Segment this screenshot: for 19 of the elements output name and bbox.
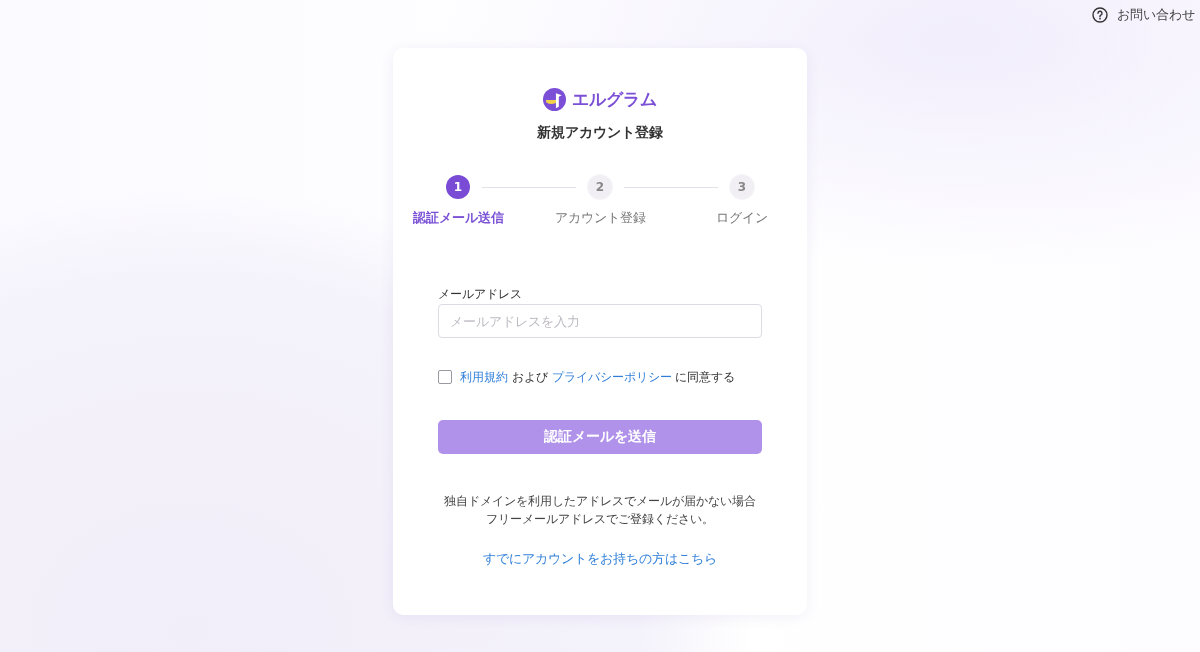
step-label: 認証メール送信 [412,209,504,227]
page-title: 新規アカウント登録 [537,123,663,142]
email-label: メールアドレス [438,286,522,302]
contact-link[interactable]: お問い合わせ [1092,6,1195,24]
text-link[interactable]: プライバシーポリシー [551,370,672,384]
agreement-text: 利用規約 および プライバシーポリシー に同意する [460,369,736,386]
checkbox[interactable] [438,370,452,384]
login-link[interactable]: すでにアカウントをお持ちの方はこちら [483,550,717,568]
logo-icon [543,87,566,111]
step-label: アカウント登録 [554,209,646,227]
note-text: 独自ドメインを利用したアドレスでメールが届かない場合 [444,493,756,510]
brand-name: エルグラム [572,88,657,111]
step-label: ログイン [716,209,768,227]
text-link[interactable]: 利用規約 [460,370,508,384]
step-number: 1 [446,175,470,199]
note-text: フリーメールアドレスでご登録ください。 [486,511,714,528]
step-number: 3 [730,175,754,199]
help-icon [1092,7,1108,23]
step-number: 2 [588,175,612,199]
